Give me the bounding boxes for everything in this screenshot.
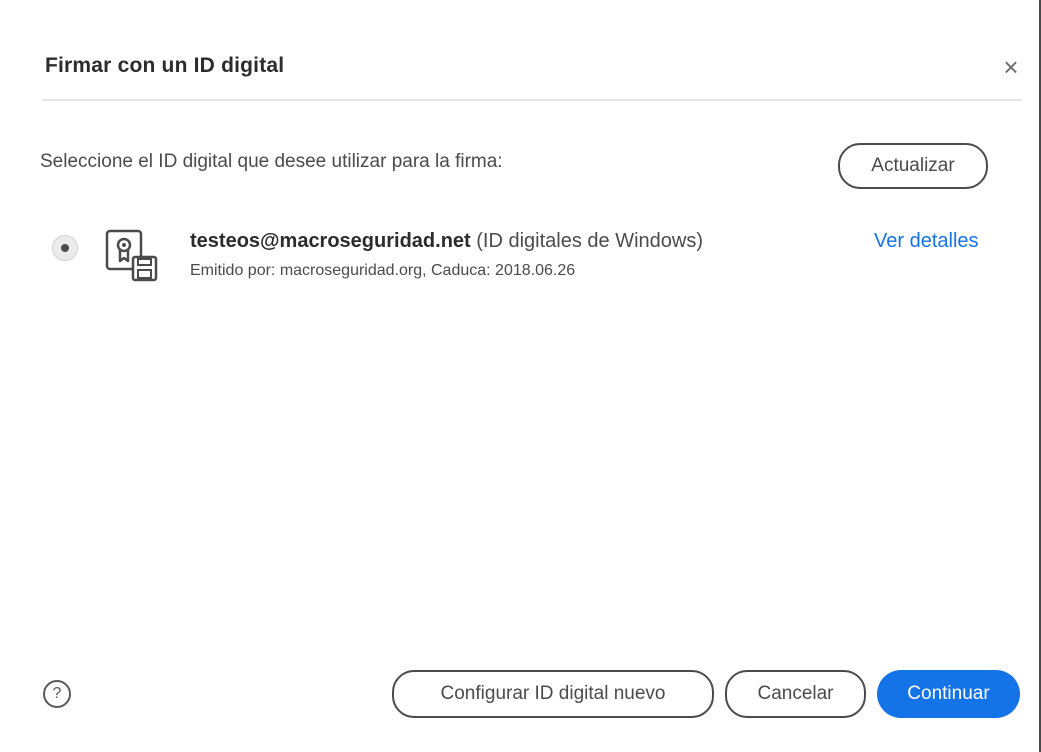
radio-selected-dot <box>61 244 69 252</box>
dialog-title: Firmar con un ID digital <box>45 54 285 77</box>
digital-id-row[interactable]: testeos@macroseguridad.net (ID digitales… <box>40 218 1020 288</box>
cancel-button[interactable]: Cancelar <box>725 670 866 718</box>
title-divider <box>42 99 1022 101</box>
digital-id-details: Emitido por: macroseguridad.org, Caduca:… <box>190 262 576 279</box>
sign-dialog: Firmar con un ID digital × Seleccione el… <box>0 0 1039 752</box>
instruction-text: Seleccione el ID digital que desee utili… <box>40 151 503 172</box>
digital-id-name: testeos@macroseguridad.net (ID digitales… <box>190 230 703 253</box>
configure-new-id-button[interactable]: Configurar ID digital nuevo <box>392 670 714 718</box>
close-icon[interactable]: × <box>996 52 1026 82</box>
view-details-link[interactable]: Ver detalles <box>874 230 979 253</box>
refresh-button[interactable]: Actualizar <box>838 143 988 189</box>
digital-id-radio[interactable] <box>52 235 78 261</box>
digital-id-email: testeos@macroseguridad.net <box>190 230 471 252</box>
digital-id-type: (ID digitales de Windows) <box>476 230 704 252</box>
certificate-icon <box>105 229 158 282</box>
continue-button[interactable]: Continuar <box>877 670 1020 718</box>
help-icon[interactable]: ? <box>43 680 71 708</box>
app-frame: Firmar con un ID digital × Seleccione el… <box>0 0 1041 752</box>
